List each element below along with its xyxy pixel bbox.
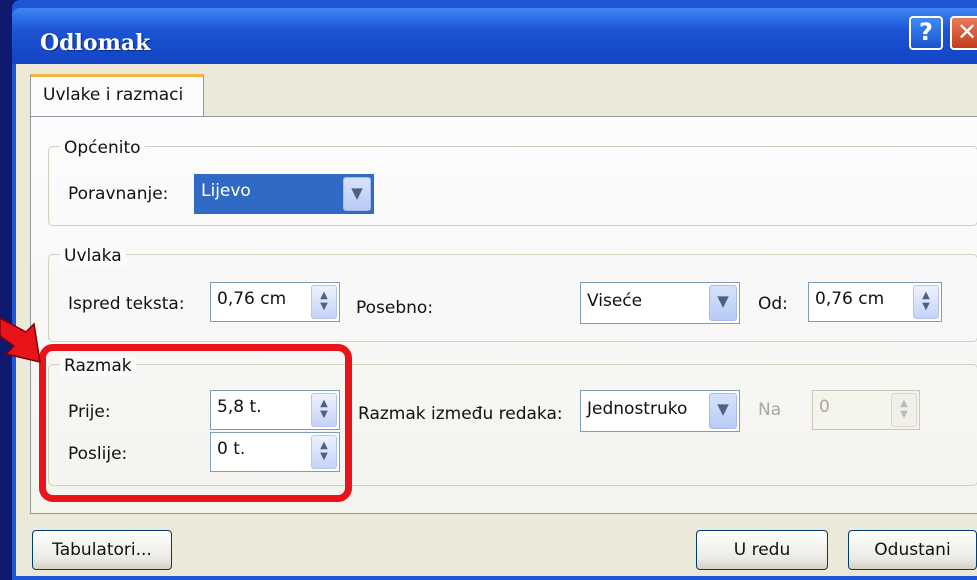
- indent-before-label: Ispred teksta:: [68, 294, 185, 314]
- spin-up-down-icon[interactable]: ▲ ▼: [913, 285, 939, 319]
- help-button[interactable]: ?: [909, 16, 943, 50]
- line-spacing-label: Razmak između redaka:: [358, 404, 563, 424]
- title-bar[interactable]: Odlomak: [12, 8, 977, 64]
- close-button[interactable]: ✕: [950, 16, 977, 50]
- indent-legend: Uvlaka: [60, 246, 126, 266]
- special-select[interactable]: Viseće ▼: [580, 282, 740, 324]
- tab-label: Uvlake i razmaci: [43, 85, 184, 105]
- ok-button[interactable]: U redu: [696, 530, 828, 570]
- indent-before-value: 0,76 cm: [217, 289, 287, 309]
- cancel-button[interactable]: Odustani: [848, 530, 977, 570]
- alignment-select[interactable]: Lijevo ▼: [194, 174, 374, 214]
- by-label: Od:: [758, 294, 788, 314]
- alignment-label: Poravnanje:: [68, 184, 169, 204]
- help-icon: ?: [919, 18, 933, 46]
- alignment-value: Lijevo: [201, 181, 251, 201]
- by-value: 0,76 cm: [815, 289, 885, 309]
- dropdown-chevron-icon[interactable]: ▼: [709, 285, 737, 321]
- indent-before-input[interactable]: 0,76 cm ▲ ▼: [210, 282, 340, 322]
- at-label: Na: [758, 400, 782, 420]
- red-arrow-icon: [0, 318, 41, 363]
- at-input: 0 ▲ ▼: [812, 390, 920, 430]
- tabs-button[interactable]: Tabulatori...: [32, 530, 172, 570]
- dropdown-chevron-icon[interactable]: ▼: [709, 393, 737, 429]
- highlight-frame: [39, 344, 352, 502]
- by-input[interactable]: 0,76 cm ▲ ▼: [808, 282, 942, 322]
- general-legend: Općenito: [60, 138, 145, 158]
- at-value: 0: [819, 397, 830, 417]
- spin-up-down-icon: ▲ ▼: [891, 393, 917, 427]
- line-spacing-value: Jednostruko: [587, 399, 688, 419]
- line-spacing-select[interactable]: Jednostruko ▼: [580, 390, 740, 432]
- tab-indents-spacing[interactable]: Uvlake i razmaci: [30, 74, 204, 118]
- special-value: Viseće: [587, 291, 643, 311]
- dropdown-chevron-icon[interactable]: ▼: [343, 177, 371, 211]
- general-group: [48, 146, 977, 226]
- spin-up-down-icon[interactable]: ▲ ▼: [311, 285, 337, 319]
- window-title: Odlomak: [40, 30, 151, 56]
- special-label: Posebno:: [356, 298, 434, 318]
- close-icon: ✕: [956, 18, 977, 46]
